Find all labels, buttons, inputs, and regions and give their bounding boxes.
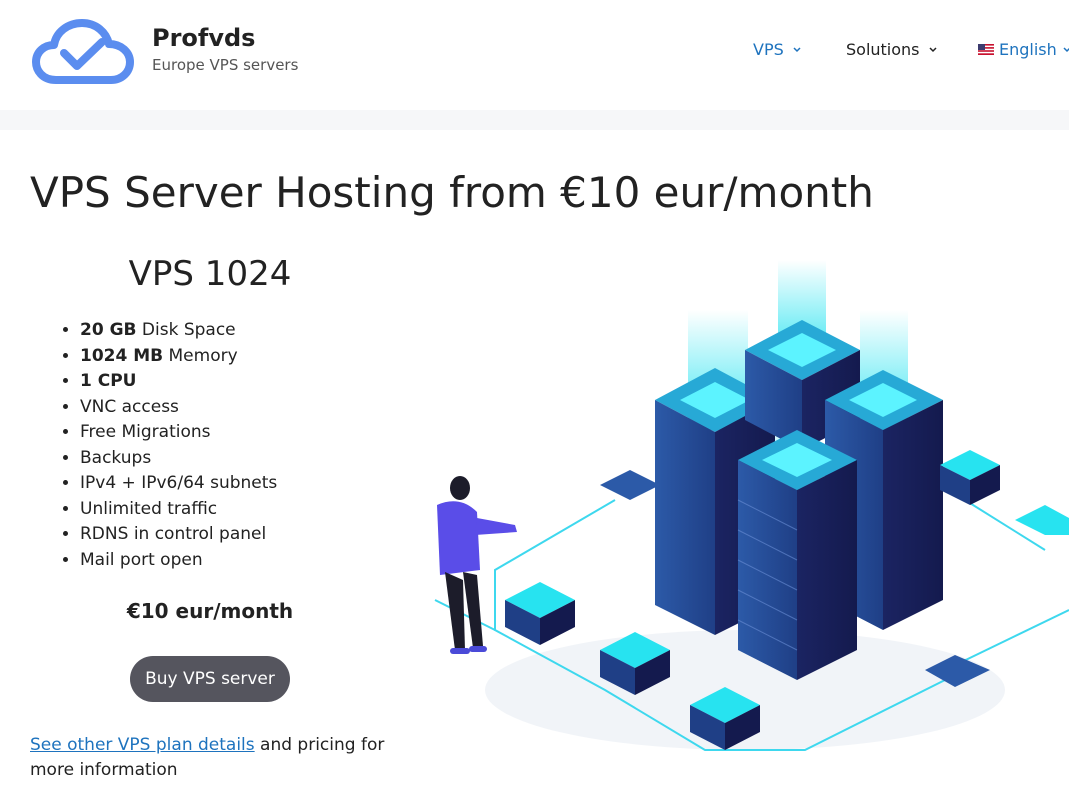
nav-item-language[interactable]: English [978,40,1069,59]
header-divider [0,110,1069,130]
feature-text: RDNS in control panel [80,524,267,544]
list-item: 20 GB Disk Space [80,318,277,344]
plan-details-link[interactable]: See other VPS plan details [30,735,255,755]
feature-text: Mail port open [80,549,203,570]
plan-details-note: See other VPS plan details and pricing f… [30,733,390,783]
list-item: Mail port open [80,548,277,574]
page-title: VPS Server Hosting from €10 eur/month [30,168,874,217]
server-illustration [434,260,1069,751]
list-item: Free Migrations [80,420,277,446]
plan-price: €10 eur/month [126,599,294,623]
feature-text: Free Migrations [80,422,211,442]
nav-item-label: English [999,40,1057,59]
list-item: RDNS in control panel [80,522,277,548]
feature-text: VNC access [80,396,179,417]
list-item: VNC access [80,395,277,421]
list-item: 1024 MB Memory [80,344,277,370]
feature-text: IPv4 + IPv6/64 subnets [80,473,278,493]
brand-name[interactable]: Profvds [152,24,255,52]
feature-text: Unlimited traffic [80,498,218,519]
plan-title: VPS 1024 [128,254,292,294]
site-header: Profvds Europe VPS servers VPS Solutions… [0,0,1069,110]
chip-stack [940,450,1000,505]
chip-stack [505,582,575,645]
feature-text: Memory [163,345,238,366]
feature-strong: 1 CPU [80,371,137,391]
feature-strong: 20 GB [80,320,137,340]
list-item: Backups [80,446,277,472]
nav-item-label: Solutions [846,40,920,59]
feature-list: 20 GB Disk Space 1024 MB Memory 1 CPU VN… [58,318,277,573]
feature-text: Backups [80,447,152,468]
chevron-down-icon [793,46,801,52]
cloud-check-icon[interactable] [32,18,134,86]
list-item: 1 CPU [80,369,277,395]
nav-item-vps[interactable]: VPS [753,40,804,59]
list-item: Unlimited traffic [80,497,277,523]
chevron-down-icon [928,46,937,52]
server-tower [737,430,857,680]
us-flag-icon [978,44,994,55]
brand-tagline: Europe VPS servers [152,56,299,74]
nav-item-solutions[interactable]: Solutions [846,40,940,59]
feature-strong: 1024 MB [80,345,164,366]
chevron-down-icon [1063,46,1069,52]
list-item: IPv4 + IPv6/64 subnets [80,471,277,497]
buy-vps-button[interactable]: Buy VPS server [130,656,290,702]
feature-text: Disk Space [136,320,236,340]
nav-item-label: VPS [753,40,784,59]
chip-stack [1015,505,1069,535]
